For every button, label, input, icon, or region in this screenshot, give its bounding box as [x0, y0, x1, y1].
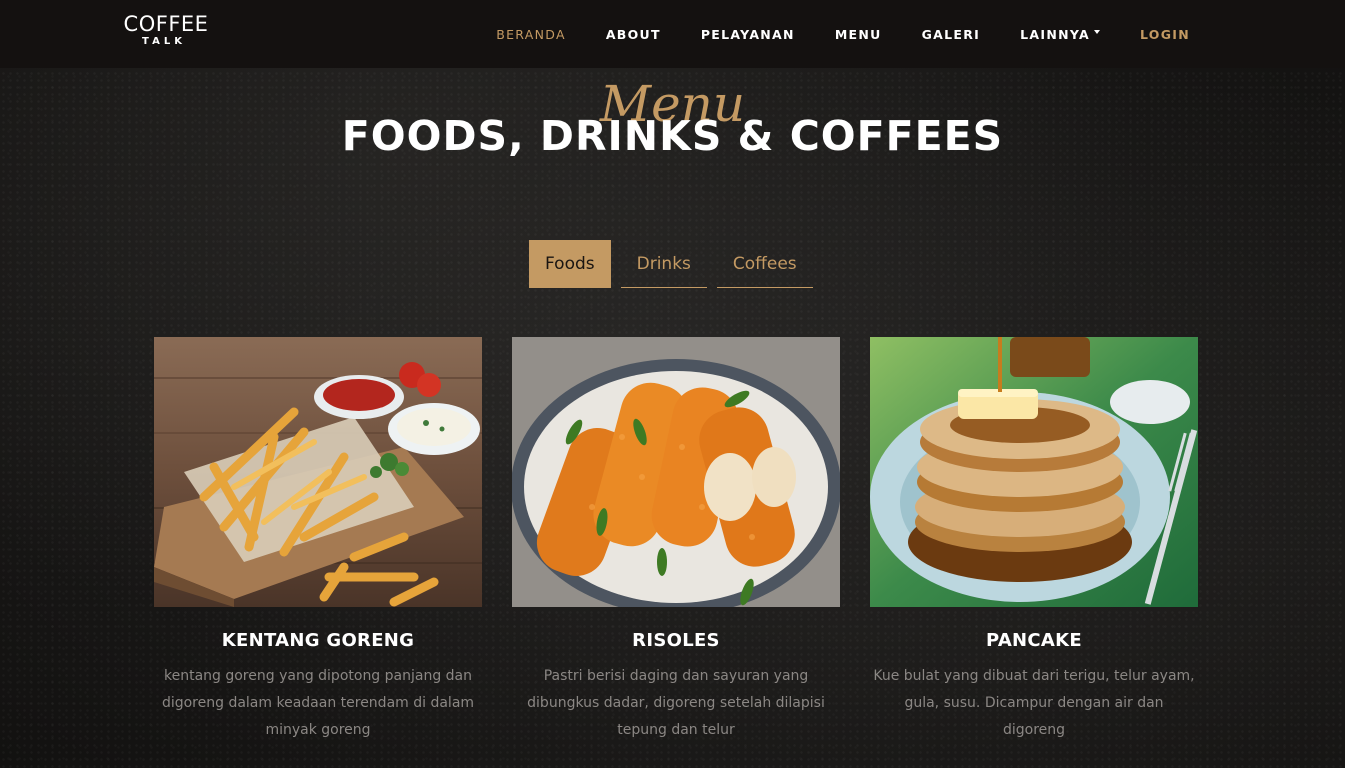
pancake-image: [870, 337, 1198, 607]
menu-item-card: RISOLES Pastri berisi daging dan sayuran…: [512, 337, 840, 744]
nav-dropdown-lainnya[interactable]: LAINNYA: [1000, 27, 1120, 42]
nav-link-pelayanan[interactable]: PELAYANAN: [681, 27, 815, 42]
section-title: FOODS, DRINKS & COFFEES: [341, 112, 1004, 160]
menu-items: KENTANG GORENG kentang goreng yang dipot…: [154, 337, 1198, 744]
brand-logo[interactable]: COFFEE TALK: [121, 12, 211, 48]
menu-item-card: KENTANG GORENG kentang goreng yang dipot…: [154, 337, 482, 744]
page: COFFEE TALK BERANDA ABOUT PELAYANAN MENU…: [0, 0, 1345, 768]
nav-link-beranda[interactable]: BERANDA: [476, 27, 586, 42]
nav-dropdown-label: LAINNYA: [1020, 26, 1090, 42]
tab-foods[interactable]: Foods: [529, 240, 611, 288]
menu-tabs: Foods Drinks Coffees: [529, 240, 813, 288]
menu-item-description: kentang goreng yang dipotong panjang dan…: [161, 668, 475, 738]
risoles-image: [512, 337, 840, 607]
menu-item-description: Pastri berisi daging dan sayuran yang di…: [527, 668, 825, 738]
tab-coffees[interactable]: Coffees: [716, 240, 813, 288]
menu-item-title: KENTANG GORENG: [221, 630, 415, 651]
caret-down-icon: [1093, 30, 1100, 34]
tab-drinks[interactable]: Drinks: [620, 240, 707, 288]
brand-tagline: TALK: [142, 36, 186, 47]
menu-item-title: RISOLES: [632, 630, 720, 651]
navbar: COFFEE TALK BERANDA ABOUT PELAYANAN MENU…: [0, 0, 1345, 68]
brand-name: COFFEE: [123, 12, 209, 36]
nav-link-menu[interactable]: MENU: [815, 27, 902, 42]
nav-links: BERANDA ABOUT PELAYANAN MENU GALERI LAIN…: [476, 0, 1210, 68]
menu-item-description: Kue bulat yang dibuat dari terigu, telur…: [873, 668, 1195, 738]
nav-link-login[interactable]: LOGIN: [1120, 27, 1210, 42]
nav-link-galeri[interactable]: GALERI: [902, 27, 1001, 42]
french-fries-image: [154, 337, 482, 607]
menu-item-title: PANCAKE: [985, 630, 1083, 651]
menu-item-card: PANCAKE Kue bulat yang dibuat dari terig…: [870, 337, 1198, 744]
nav-link-about[interactable]: ABOUT: [586, 27, 681, 42]
